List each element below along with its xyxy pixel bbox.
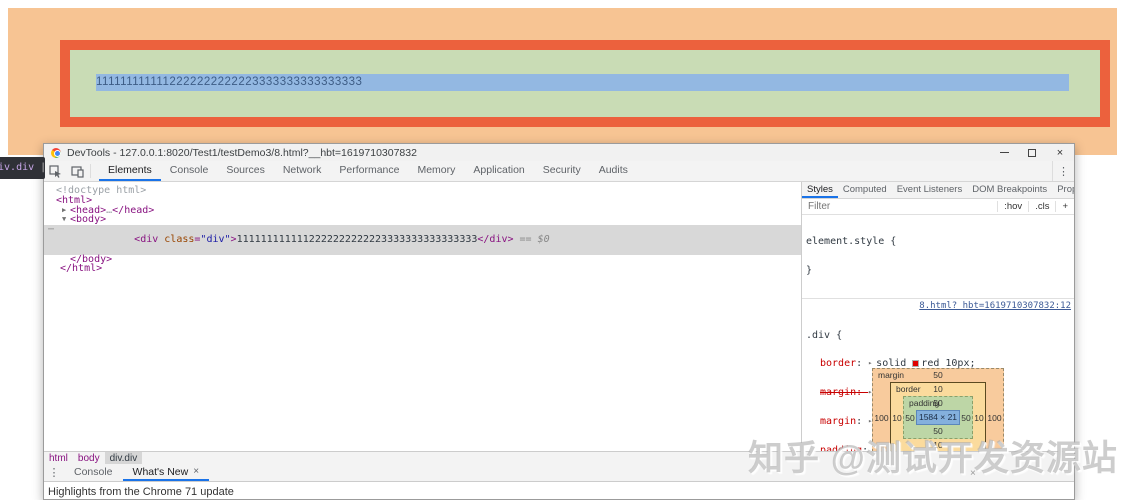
margin-right-value: 100 bbox=[986, 413, 1003, 423]
toggle-hover-state[interactable]: :hov bbox=[997, 201, 1022, 212]
inspect-cursor-icon bbox=[49, 165, 62, 178]
whats-new-content: Highlights from the Chrome 71 update bbox=[44, 482, 1074, 499]
titlebar: DevTools - 127.0.0.1:8020/Test1/testDemo… bbox=[44, 144, 1074, 161]
toolbar-separator bbox=[90, 164, 91, 178]
drawer-menu-icon[interactable]: ⋮ bbox=[44, 464, 64, 481]
tab-audits[interactable]: Audits bbox=[590, 161, 637, 181]
minimize-icon bbox=[1000, 152, 1009, 153]
dom-node-div-selected[interactable]: ⋯<div class="div">1111111111112222222222… bbox=[44, 225, 801, 254]
ellipsis-gutter-icon[interactable]: ⋯ bbox=[48, 225, 53, 235]
tooltip-selector: div.div bbox=[0, 162, 34, 173]
toggle-class-editor[interactable]: .cls bbox=[1028, 201, 1049, 212]
dom-node-html[interactable]: <html> bbox=[44, 196, 801, 206]
padding-right-value: 50 bbox=[960, 413, 972, 423]
window-title: DevTools - 127.0.0.1:8020/Test1/testDemo… bbox=[67, 147, 417, 159]
chrome-icon bbox=[51, 148, 61, 158]
tab-console[interactable]: Console bbox=[161, 161, 218, 181]
devtools-menu-icon[interactable]: ⋮ bbox=[1052, 161, 1074, 181]
tab-performance[interactable]: Performance bbox=[330, 161, 408, 181]
maximize-button[interactable] bbox=[1018, 144, 1046, 161]
tab-network[interactable]: Network bbox=[274, 161, 331, 181]
maximize-icon bbox=[1028, 149, 1036, 157]
drawer-tab-whats-new[interactable]: What's New× bbox=[123, 464, 210, 481]
tab-sources[interactable]: Sources bbox=[217, 161, 274, 181]
highlight-content-text: 1111111111112222222222223333333333333333 bbox=[96, 74, 1069, 91]
close-button[interactable]: × bbox=[1046, 144, 1074, 161]
color-swatch-red[interactable] bbox=[912, 360, 919, 367]
inspect-element-button[interactable] bbox=[44, 161, 66, 181]
close-tab-icon[interactable]: × bbox=[193, 466, 199, 477]
breadcrumb-html[interactable]: html bbox=[44, 452, 73, 464]
element-tooltip: div.div | 1584 × 21 bbox=[0, 157, 45, 179]
device-toolbar-icon bbox=[71, 165, 84, 178]
new-style-rule-button[interactable]: + bbox=[1055, 201, 1068, 212]
tab-event-listeners[interactable]: Event Listeners bbox=[892, 182, 967, 198]
tab-elements[interactable]: Elements bbox=[99, 161, 161, 181]
expand-arrow-icon[interactable]: ▶ bbox=[62, 206, 70, 216]
box-model-content[interactable]: 1584 × 21 bbox=[916, 410, 960, 425]
dollar-zero-marker: == $0 bbox=[514, 234, 550, 245]
minimize-button[interactable] bbox=[990, 144, 1018, 161]
tab-security[interactable]: Security bbox=[534, 161, 590, 181]
dom-node-body[interactable]: ▼<body> bbox=[44, 215, 801, 225]
margin-left-value: 100 bbox=[873, 413, 890, 423]
stylesheet-source-link[interactable]: 8.html?_hbt=1619710307832:12 bbox=[919, 302, 1071, 312]
dom-node-body-close[interactable]: </body> bbox=[44, 255, 801, 265]
watermark: 知乎 @测试开发资源站 bbox=[748, 430, 1118, 481]
drawer-tab-console[interactable]: Console bbox=[64, 464, 123, 481]
tab-dom-breakpoints[interactable]: DOM Breakpoints bbox=[967, 182, 1052, 198]
styles-sidebar: Styles Computed Event Listeners DOM Brea… bbox=[802, 182, 1074, 451]
element-style-section[interactable]: element.style { } bbox=[802, 215, 1074, 299]
border-left-value: 10 bbox=[891, 413, 903, 423]
breadcrumb-body[interactable]: body bbox=[73, 452, 105, 464]
tab-memory[interactable]: Memory bbox=[408, 161, 464, 181]
border-right-value: 10 bbox=[973, 413, 985, 423]
whats-new-headline: Highlights from the Chrome 71 update bbox=[48, 486, 234, 498]
tab-application[interactable]: Application bbox=[464, 161, 533, 181]
dom-node-head[interactable]: ▶<head>…</head> bbox=[44, 206, 801, 216]
dom-node-html-close[interactable]: </html> bbox=[44, 264, 801, 274]
tab-computed[interactable]: Computed bbox=[838, 182, 892, 198]
dom-node-doctype[interactable]: <!doctype html> bbox=[44, 186, 801, 196]
tab-properties[interactable]: Properties bbox=[1052, 182, 1074, 198]
padding-left-value: 50 bbox=[904, 413, 916, 423]
border-top-value: 10 bbox=[933, 384, 942, 394]
breadcrumb-div-div[interactable]: div.div bbox=[105, 452, 143, 464]
margin-top-value: 50 bbox=[933, 370, 942, 380]
tab-styles[interactable]: Styles bbox=[802, 182, 838, 198]
style-filter-row: :hov .cls + bbox=[802, 199, 1074, 215]
dom-tree-pane: <!doctype html> <html> ▶<head>…</head> ▼… bbox=[44, 182, 801, 451]
devtools-toolbar: Elements Console Sources Network Perform… bbox=[44, 161, 1074, 182]
device-toolbar-button[interactable] bbox=[66, 161, 88, 181]
sidebar-tabs: Styles Computed Event Listeners DOM Brea… bbox=[802, 182, 1074, 199]
style-filter-input[interactable] bbox=[802, 201, 997, 212]
collapse-arrow-icon[interactable]: ▼ bbox=[62, 215, 70, 225]
